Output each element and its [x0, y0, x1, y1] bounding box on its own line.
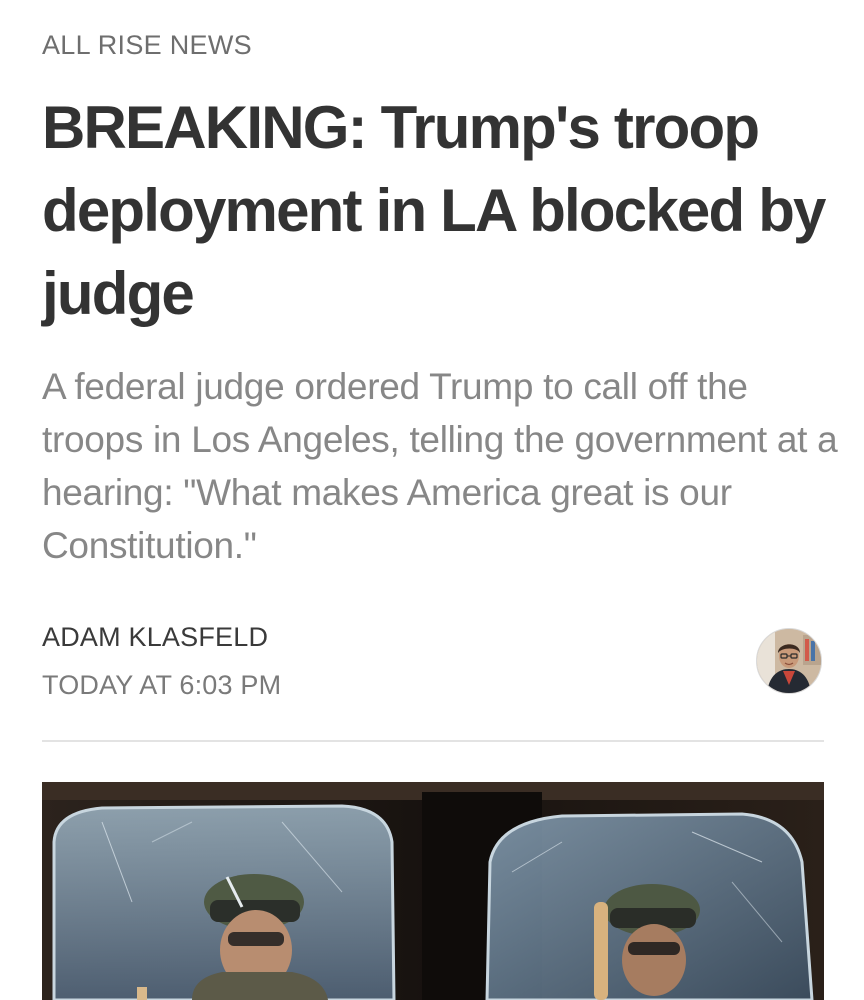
- hero-photo: [42, 782, 824, 1000]
- article-dek: A federal judge ordered Trump to call of…: [42, 366, 838, 566]
- author-avatar[interactable]: [756, 628, 822, 694]
- headline: BREAKING: Trump's troop deployment in LA…: [42, 94, 826, 327]
- author-name[interactable]: ADAM KLASFELD: [42, 622, 268, 653]
- article-view: ALL RISE NEWS BREAKING: Trump's troop de…: [0, 0, 864, 1000]
- hero-image[interactable]: [42, 782, 824, 1000]
- avatar-photo: [757, 629, 821, 693]
- byline: ADAM KLASFELD TODAY AT 6:03 PM: [42, 620, 822, 700]
- publication-name[interactable]: ALL RISE NEWS: [42, 30, 252, 61]
- publish-timestamp: TODAY AT 6:03 PM: [42, 670, 282, 700]
- divider: [42, 740, 824, 742]
